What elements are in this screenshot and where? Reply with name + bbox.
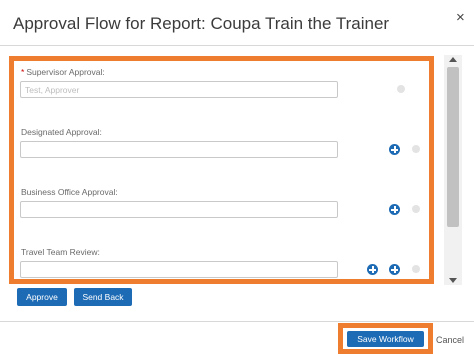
- save-workflow-button[interactable]: Save Workflow: [347, 331, 424, 347]
- designated-approval-input[interactable]: [20, 141, 338, 158]
- form-scrollbar[interactable]: [444, 55, 462, 285]
- approval-flow-dialog: Approval Flow for Report: Coupa Train th…: [0, 0, 474, 354]
- add-approver-icon-disabled: [397, 85, 405, 93]
- designated-approval-label: Designated Approval:: [21, 127, 102, 137]
- approval-form-highlight: * Supervisor Approval: Test, Approver Des…: [9, 56, 434, 284]
- remove-approver-icon-disabled: [412, 205, 420, 213]
- dialog-title: Approval Flow for Report: Coupa Train th…: [13, 14, 390, 33]
- supervisor-approval-label: * Supervisor Approval:: [21, 67, 105, 77]
- plus-circle-icon[interactable]: [389, 144, 400, 155]
- approval-form: * Supervisor Approval: Test, Approver Des…: [14, 61, 429, 279]
- cancel-link[interactable]: Cancel: [436, 335, 464, 345]
- travel-team-review-label: Travel Team Review:: [21, 247, 100, 257]
- approve-button[interactable]: Approve: [17, 288, 67, 306]
- chevron-up-icon[interactable]: [449, 57, 457, 62]
- plus-circle-icon[interactable]: [389, 204, 400, 215]
- required-indicator: *: [21, 67, 25, 77]
- chevron-down-icon[interactable]: [449, 278, 457, 283]
- plus-circle-icon[interactable]: [367, 264, 378, 275]
- plus-circle-icon[interactable]: [389, 264, 400, 275]
- save-workflow-highlight: Save Workflow: [338, 323, 433, 354]
- supervisor-approval-input[interactable]: Test, Approver: [20, 81, 338, 98]
- business-office-approval-label: Business Office Approval:: [21, 187, 118, 197]
- send-back-button[interactable]: Send Back: [74, 288, 132, 306]
- business-office-approval-input[interactable]: [20, 201, 338, 218]
- footer-divider: [0, 321, 474, 322]
- travel-team-review-input[interactable]: [20, 261, 338, 278]
- close-icon[interactable]: ×: [456, 10, 465, 25]
- remove-approver-icon-disabled: [412, 145, 420, 153]
- scrollbar-thumb[interactable]: [447, 67, 459, 227]
- remove-approver-icon-disabled: [412, 265, 420, 273]
- dialog-header: Approval Flow for Report: Coupa Train th…: [0, 0, 474, 46]
